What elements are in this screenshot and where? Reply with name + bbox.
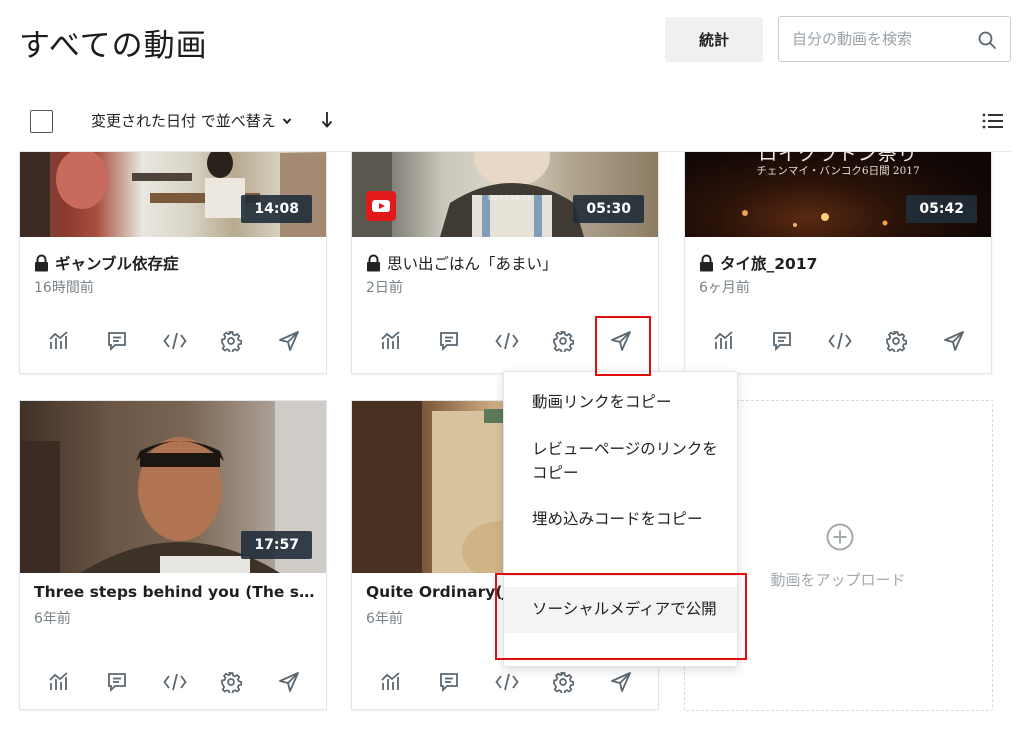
sort-dropdown[interactable]: 変更された日付 で並べ替え bbox=[91, 110, 292, 131]
select-all-checkbox[interactable] bbox=[30, 110, 53, 133]
video-age: 2日前 bbox=[366, 280, 403, 296]
comment-icon[interactable] bbox=[434, 326, 464, 356]
video-age: 16時間前 bbox=[34, 280, 94, 296]
video-age: 6年前 bbox=[366, 611, 403, 627]
gear-icon[interactable] bbox=[548, 667, 578, 697]
duration-badge: 05:30 bbox=[573, 195, 644, 223]
analytics-icon[interactable] bbox=[44, 667, 74, 697]
duration-badge: 05:42 bbox=[906, 195, 977, 223]
thumbnail-subtitle-text: チェンマイ・バンコク6日間 2017 bbox=[756, 165, 920, 177]
gear-icon[interactable] bbox=[548, 326, 578, 356]
embed-code-icon[interactable] bbox=[160, 326, 190, 356]
sort-label: 変更された日付 で並べ替え bbox=[91, 112, 276, 130]
menu-item-copy-embed-code[interactable]: 埋め込みコードをコピー bbox=[504, 507, 737, 531]
menu-divider bbox=[504, 575, 737, 576]
duration-badge: 14:08 bbox=[241, 195, 312, 223]
analytics-icon[interactable] bbox=[376, 667, 406, 697]
video-thumbnail[interactable]: 17:57 bbox=[20, 401, 326, 573]
embed-code-icon[interactable] bbox=[160, 667, 190, 697]
menu-item-copy-video-link[interactable]: 動画リンクをコピー bbox=[504, 390, 737, 414]
video-age: 6ヶ月前 bbox=[699, 280, 750, 296]
lock-icon bbox=[700, 254, 713, 272]
analytics-icon[interactable] bbox=[44, 326, 74, 356]
search-input[interactable] bbox=[792, 28, 972, 50]
card-actions bbox=[20, 667, 326, 697]
menu-item-publish-social[interactable]: ソーシャルメディアで公開 bbox=[504, 587, 737, 633]
video-title[interactable]: ギャンブル依存症 bbox=[34, 252, 179, 274]
menu-item-copy-review-link[interactable]: レビューページのリンクをコピー bbox=[504, 437, 737, 485]
analytics-icon[interactable] bbox=[376, 326, 406, 356]
video-card[interactable]: 14:08 ギャンブル依存症 16時間前 bbox=[19, 152, 327, 374]
embed-code-icon[interactable] bbox=[492, 667, 522, 697]
youtube-icon bbox=[366, 191, 396, 221]
duration-badge: 17:57 bbox=[241, 531, 312, 559]
gear-icon[interactable] bbox=[881, 326, 911, 356]
lock-icon bbox=[367, 254, 380, 272]
card-actions bbox=[685, 326, 991, 356]
comment-icon[interactable] bbox=[767, 326, 797, 356]
timecode-overlay: 00:01:44:03 bbox=[488, 194, 531, 202]
comment-icon[interactable] bbox=[434, 667, 464, 697]
card-actions bbox=[352, 326, 658, 356]
lock-icon bbox=[35, 254, 48, 272]
page-title: すべての動画 bbox=[19, 28, 208, 64]
video-title[interactable]: Three steps behind you (The stor… bbox=[34, 583, 319, 601]
video-card[interactable]: 00:01:44:03 05:30 思い出ごはん「あまい」 2日前 bbox=[351, 152, 659, 374]
video-thumbnail[interactable]: 00:01:44:03 05:30 bbox=[352, 152, 658, 237]
share-icon[interactable] bbox=[606, 667, 636, 697]
share-icon[interactable] bbox=[274, 326, 304, 356]
chevron-down-icon bbox=[282, 117, 292, 124]
video-title[interactable]: Quite Ordinary(Ja bbox=[366, 583, 519, 601]
video-card[interactable]: ロイクラトン祭り チェンマイ・バンコク6日間 2017 05:42 タイ旅_20… bbox=[684, 152, 992, 374]
embed-code-icon[interactable] bbox=[825, 326, 855, 356]
video-age: 6年前 bbox=[34, 611, 71, 627]
video-title[interactable]: タイ旅_2017 bbox=[699, 252, 817, 274]
share-menu: 動画リンクをコピー レビューページのリンクをコピー 埋め込みコードをコピー ソー… bbox=[503, 371, 738, 667]
card-actions bbox=[20, 326, 326, 356]
analytics-icon[interactable] bbox=[709, 326, 739, 356]
video-thumbnail[interactable]: ロイクラトン祭り チェンマイ・バンコク6日間 2017 05:42 bbox=[685, 152, 991, 237]
gear-icon[interactable] bbox=[216, 326, 246, 356]
gear-icon[interactable] bbox=[216, 667, 246, 697]
add-circle-icon bbox=[826, 523, 854, 551]
sort-direction-icon[interactable] bbox=[320, 110, 334, 130]
video-card[interactable]: 17:57 Three steps behind you (The stor… … bbox=[19, 400, 327, 710]
search-box bbox=[778, 16, 1011, 62]
stats-button[interactable]: 統計 bbox=[665, 17, 763, 62]
comment-icon[interactable] bbox=[102, 667, 132, 697]
video-thumbnail[interactable]: 14:08 bbox=[20, 152, 326, 237]
share-icon[interactable] bbox=[274, 667, 304, 697]
card-actions bbox=[352, 667, 658, 697]
share-icon[interactable] bbox=[939, 326, 969, 356]
comment-icon[interactable] bbox=[102, 326, 132, 356]
embed-code-icon[interactable] bbox=[492, 326, 522, 356]
search-icon[interactable] bbox=[977, 30, 997, 50]
video-title[interactable]: 思い出ごはん「あまい」 bbox=[366, 252, 558, 274]
share-icon[interactable] bbox=[606, 326, 636, 356]
list-view-icon[interactable] bbox=[982, 112, 1004, 130]
